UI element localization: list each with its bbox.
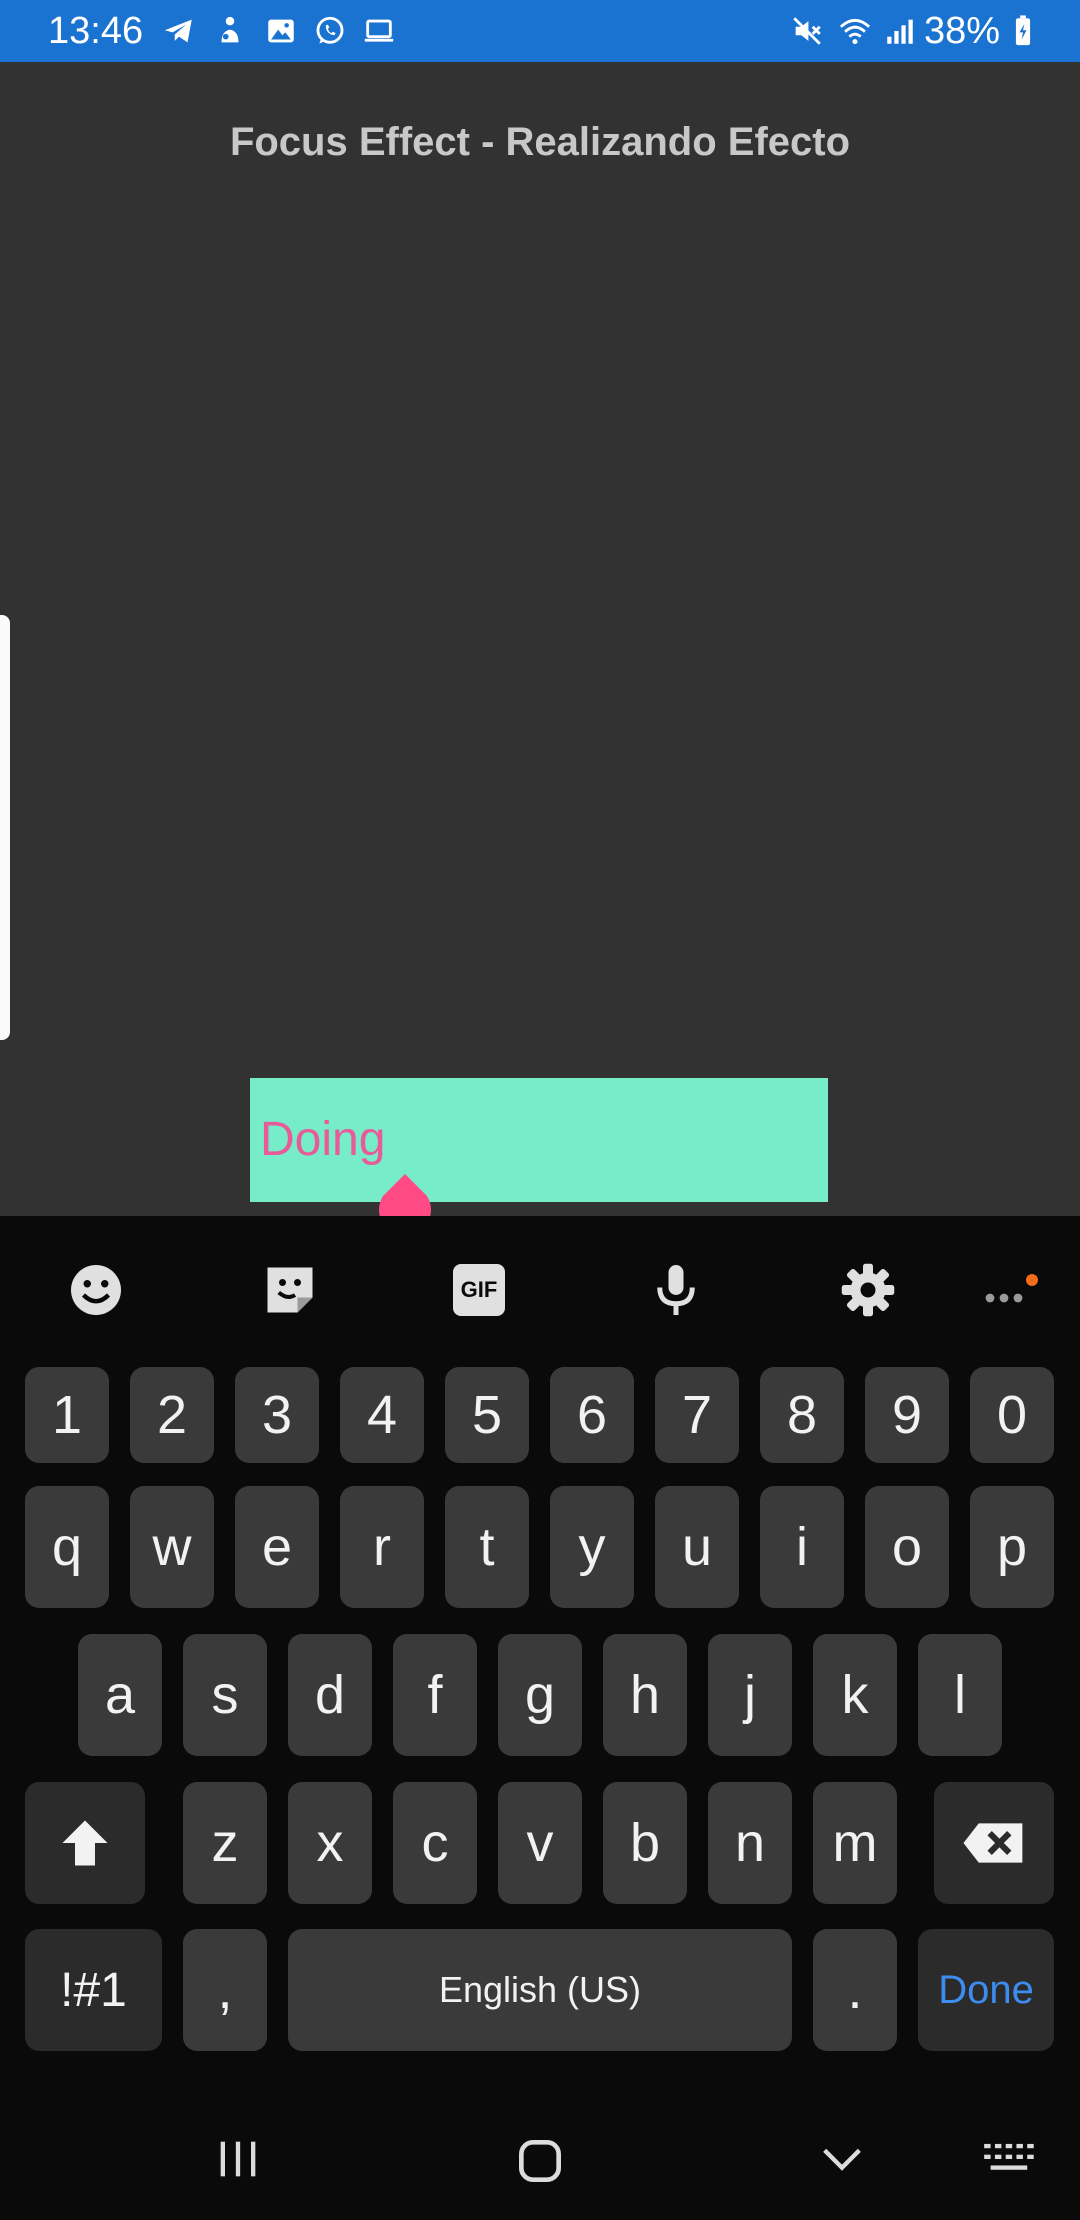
- key-7[interactable]: 7: [655, 1367, 739, 1463]
- key-p[interactable]: p: [970, 1486, 1054, 1608]
- key-e[interactable]: e: [235, 1486, 319, 1608]
- key-b[interactable]: b: [603, 1782, 687, 1904]
- done-key[interactable]: Done: [918, 1929, 1054, 2051]
- key-r[interactable]: r: [340, 1486, 424, 1608]
- signal-icon: [887, 19, 913, 44]
- key-8[interactable]: 8: [760, 1367, 844, 1463]
- telegram-icon: [164, 19, 192, 43]
- key-j[interactable]: j: [708, 1634, 792, 1756]
- key-0[interactable]: 0: [970, 1367, 1054, 1463]
- page-title: Focus Effect - Realizando Efecto: [229, 120, 851, 164]
- key-a[interactable]: a: [78, 1634, 162, 1756]
- laptop-icon: [364, 19, 394, 42]
- recent-apps-icon[interactable]: [212, 2133, 264, 2185]
- key-2[interactable]: 2: [130, 1367, 214, 1463]
- key-l[interactable]: l: [918, 1634, 1002, 1756]
- settings-icon[interactable]: [838, 1260, 898, 1320]
- key-5[interactable]: 5: [445, 1367, 529, 1463]
- microphone-icon[interactable]: [646, 1260, 706, 1320]
- back-icon[interactable]: [816, 2133, 868, 2185]
- key-v[interactable]: v: [498, 1782, 582, 1904]
- key-c[interactable]: c: [393, 1782, 477, 1904]
- period-key[interactable]: .: [813, 1929, 897, 2051]
- key-f[interactable]: f: [393, 1634, 477, 1756]
- mute-icon: [793, 17, 821, 45]
- key-t[interactable]: t: [445, 1486, 529, 1608]
- wifi-icon: [839, 18, 871, 45]
- key-4[interactable]: 4: [340, 1367, 424, 1463]
- focus-text-field[interactable]: Doing: [250, 1078, 828, 1202]
- key-q[interactable]: q: [25, 1486, 109, 1608]
- more-icon[interactable]: [980, 1268, 1044, 1318]
- soft-keyboard: GIF 1 2 3 4 5 6 7 8 9 0 q w e r t y u i …: [0, 1216, 1080, 2220]
- space-key[interactable]: English (US): [288, 1929, 792, 2051]
- key-z[interactable]: z: [183, 1782, 267, 1904]
- key-9[interactable]: 9: [865, 1367, 949, 1463]
- key-1[interactable]: 1: [25, 1367, 109, 1463]
- comma-key[interactable]: ,: [183, 1929, 267, 2051]
- key-h[interactable]: h: [603, 1634, 687, 1756]
- status-bar: 13:46 38%: [0, 0, 1080, 62]
- shift-key[interactable]: [25, 1782, 145, 1904]
- key-6[interactable]: 6: [550, 1367, 634, 1463]
- symbols-key[interactable]: !#1: [25, 1929, 162, 2051]
- key-n[interactable]: n: [708, 1782, 792, 1904]
- backspace-icon: [963, 1823, 1023, 1863]
- emoji-icon[interactable]: [66, 1260, 126, 1320]
- key-d[interactable]: d: [288, 1634, 372, 1756]
- key-3[interactable]: 3: [235, 1367, 319, 1463]
- gif-icon[interactable]: GIF: [453, 1264, 505, 1316]
- key-u[interactable]: u: [655, 1486, 739, 1608]
- gallery-icon: [268, 19, 294, 43]
- battery-percent: 38%: [923, 10, 1000, 52]
- whatsapp-icon: [316, 16, 344, 44]
- key-g[interactable]: g: [498, 1634, 582, 1756]
- status-time: 13:46: [48, 10, 144, 52]
- edge-panel-handle[interactable]: [0, 615, 10, 1040]
- sticker-icon[interactable]: [260, 1260, 320, 1320]
- key-i[interactable]: i: [760, 1486, 844, 1608]
- key-s[interactable]: s: [183, 1634, 267, 1756]
- shift-icon: [62, 1820, 108, 1866]
- battery-icon: [1015, 15, 1031, 46]
- key-m[interactable]: m: [813, 1782, 897, 1904]
- key-k[interactable]: k: [813, 1634, 897, 1756]
- key-x[interactable]: x: [288, 1782, 372, 1904]
- key-o[interactable]: o: [865, 1486, 949, 1608]
- person-activity-icon: [221, 16, 239, 43]
- key-w[interactable]: w: [130, 1486, 214, 1608]
- text-field-value: Doing: [260, 1113, 386, 1166]
- home-icon[interactable]: [512, 2133, 568, 2189]
- keyboard-switch-icon[interactable]: [982, 2133, 1038, 2185]
- key-y[interactable]: y: [550, 1486, 634, 1608]
- backspace-key[interactable]: [934, 1782, 1054, 1904]
